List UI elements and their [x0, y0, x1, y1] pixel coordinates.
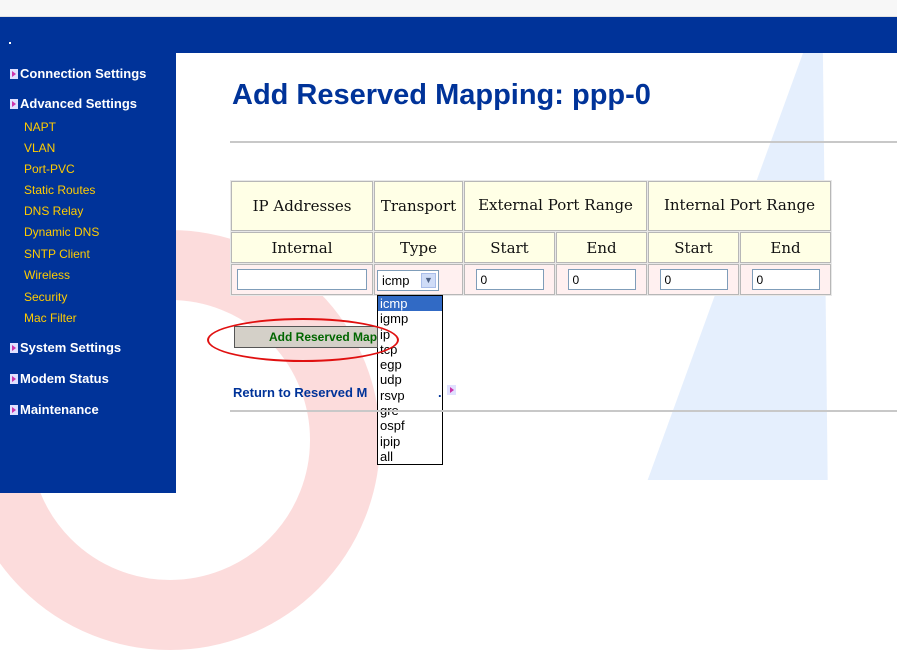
header-transport: Transport [374, 181, 463, 231]
sidebar-item-connection-settings[interactable]: Connection Settings [10, 66, 146, 81]
header-external-port-range: External Port Range [464, 181, 647, 231]
ext-start-input[interactable] [475, 269, 544, 290]
sidebar-item-maintenance[interactable]: Maintenance [10, 402, 99, 417]
sidebar-item-napt[interactable]: NAPT [24, 120, 56, 134]
header-int-end: End [740, 232, 831, 263]
arrow-icon[interactable] [447, 385, 456, 395]
option-igmp[interactable]: igmp [378, 311, 442, 326]
int-end-input[interactable] [751, 269, 820, 290]
sidebar-item-vlan[interactable]: VLAN [24, 141, 55, 155]
sidebar-item-wireless[interactable]: Wireless [24, 268, 70, 282]
cell-ext-start [464, 264, 555, 295]
sidebar-item-modem-status[interactable]: Modem Status [10, 371, 109, 386]
highlight-ellipse [207, 318, 399, 362]
arrow-icon [10, 68, 18, 79]
arrow-icon [10, 342, 18, 353]
header-type: Type [374, 232, 463, 263]
header-banner [0, 17, 897, 53]
cell-internal-ip [231, 264, 373, 295]
chevron-down-icon[interactable]: ▼ [421, 273, 436, 288]
return-link-tail: . [438, 385, 442, 400]
arrow-icon [10, 98, 18, 109]
arrow-icon [10, 373, 18, 384]
sidebar-item-label: Advanced Settings [20, 96, 138, 111]
sidebar-item-dynamic-dns[interactable]: Dynamic DNS [24, 225, 99, 239]
transport-selected-value: icmp [382, 273, 410, 288]
sidebar-item-system-settings[interactable]: System Settings [10, 340, 121, 355]
sidebar-item-port-pvc[interactable]: Port-PVC [24, 162, 75, 176]
option-all[interactable]: all [378, 449, 442, 464]
banner-dot [9, 42, 11, 44]
sidebar-item-security[interactable]: Security [24, 290, 67, 304]
transport-select[interactable]: icmp ▼ [377, 270, 439, 291]
option-ipip[interactable]: ipip [378, 434, 442, 449]
return-link[interactable]: Return to Reserved M [233, 385, 367, 400]
header-ext-end: End [556, 232, 647, 263]
header-internal: Internal [231, 232, 373, 263]
header-int-start: Start [648, 232, 739, 263]
option-rsvp[interactable]: rsvp [378, 388, 442, 403]
sidebar-item-advanced-settings[interactable]: Advanced Settings [10, 96, 137, 111]
sidebar-item-dns-relay[interactable]: DNS Relay [24, 204, 83, 218]
cell-int-end [740, 264, 831, 295]
sidebar-item-label: Maintenance [20, 402, 99, 417]
cell-int-start [648, 264, 739, 295]
transport-dropdown-list[interactable]: icmp igmp ip tcp egp udp rsvp gre ospf i… [377, 295, 443, 466]
sidebar-item-sntp-client[interactable]: SNTP Client [24, 247, 90, 261]
sidebar: Connection Settings Advanced Settings NA… [0, 53, 176, 493]
sidebar-item-mac-filter[interactable]: Mac Filter [24, 311, 77, 325]
sidebar-item-label: Modem Status [20, 371, 109, 386]
option-icmp[interactable]: icmp [378, 296, 442, 312]
int-start-input[interactable] [659, 269, 728, 290]
sidebar-item-static-routes[interactable]: Static Routes [24, 183, 95, 197]
page-title: Add Reserved Mapping: ppp-0 [232, 79, 651, 111]
header-internal-port-range: Internal Port Range [648, 181, 831, 231]
arrow-icon [10, 404, 18, 415]
sidebar-item-label: System Settings [20, 340, 122, 355]
sidebar-item-label: Connection Settings [20, 66, 147, 81]
option-ospf[interactable]: ospf [378, 418, 442, 433]
header-ext-start: Start [464, 232, 555, 263]
divider-bottom [230, 410, 897, 412]
option-udp[interactable]: udp [378, 372, 442, 387]
option-egp[interactable]: egp [378, 357, 442, 372]
divider [230, 141, 897, 143]
internal-ip-input[interactable] [237, 269, 367, 290]
ext-end-input[interactable] [567, 269, 636, 290]
cell-ext-end [556, 264, 647, 295]
mapping-table: IP Addresses Transport External Port Ran… [230, 180, 832, 296]
top-strip [0, 0, 897, 17]
header-ip-addresses: IP Addresses [231, 181, 373, 231]
